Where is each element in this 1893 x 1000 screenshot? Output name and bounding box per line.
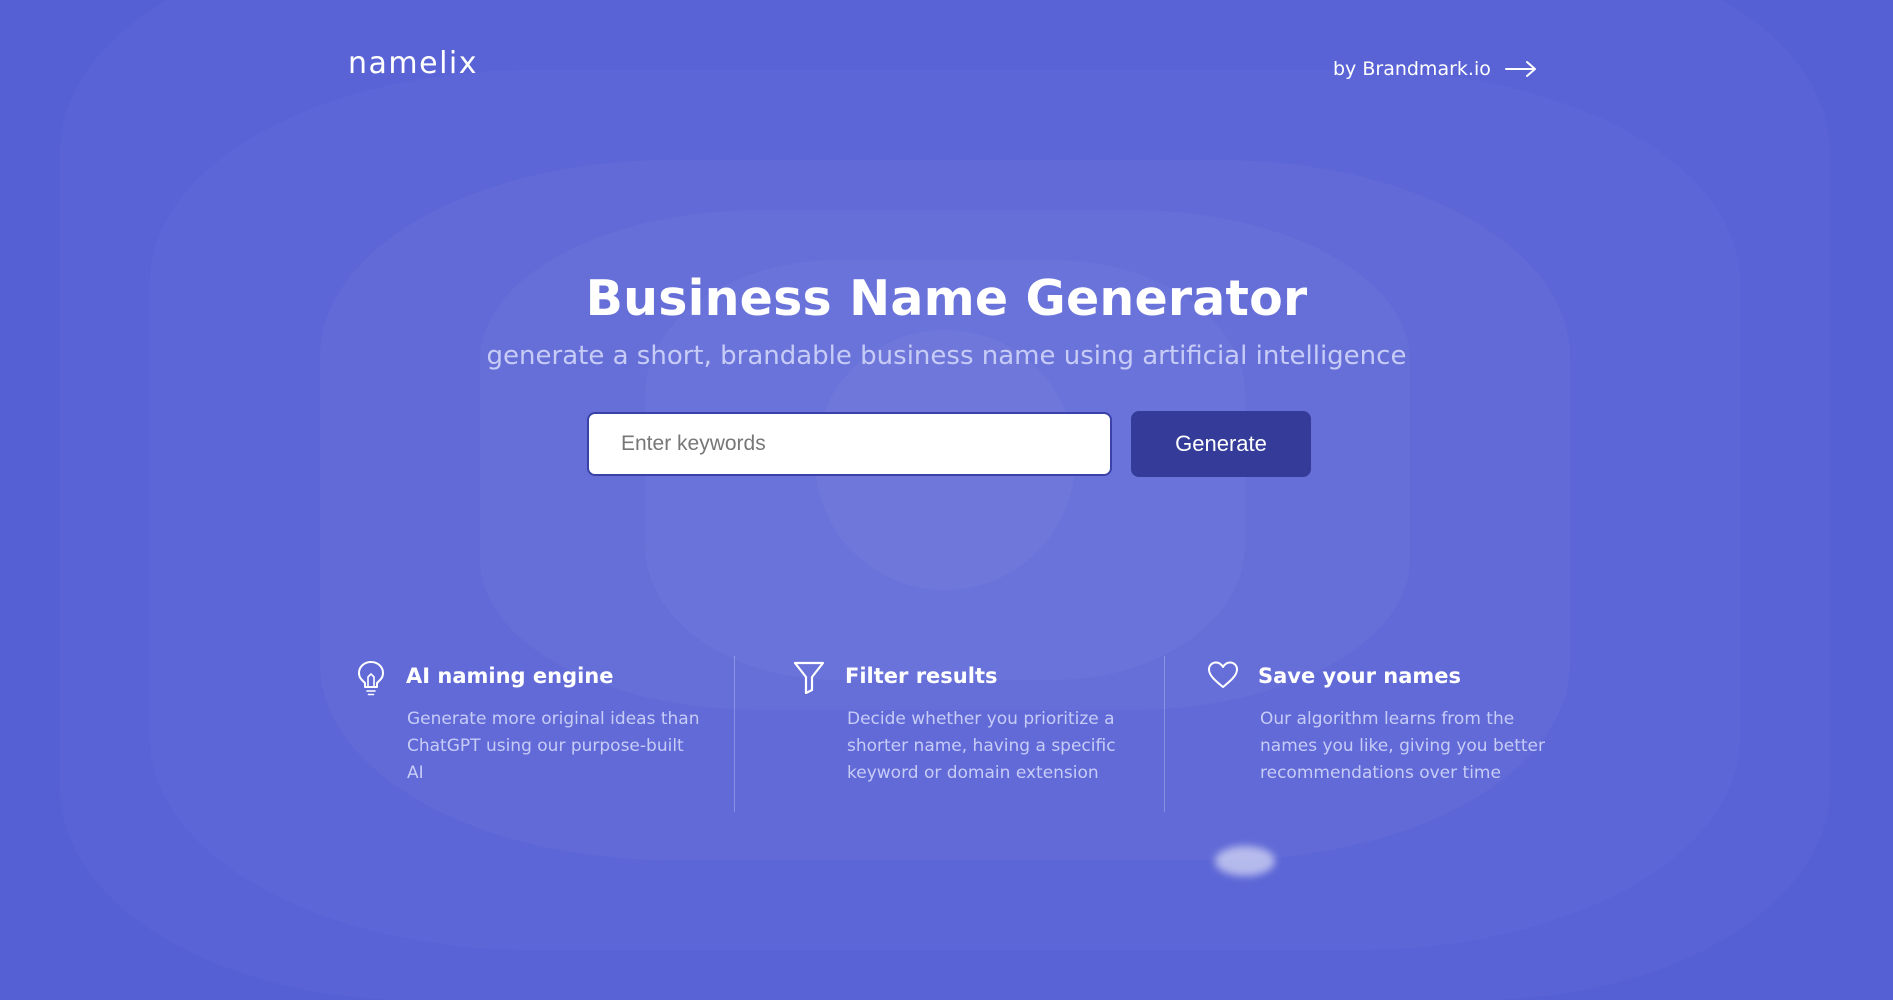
page-subtitle: generate a short, brandable business nam… [486,341,1407,371]
scroll-hint-glow [1215,846,1275,876]
lightbulb-icon [358,661,384,696]
brandmark-link-label: by Brandmark.io [1333,58,1491,80]
arrow-right-icon [1504,61,1536,77]
page-title: Business Name Generator [585,270,1308,327]
feature-title: Save your names [1258,664,1462,688]
feature-ai-naming: AI naming engine Generate more original … [348,656,728,812]
heart-icon [1208,661,1238,688]
feature-title: Filter results [845,664,998,688]
keywords-input[interactable] [587,412,1112,476]
namelix-logo[interactable]: namelix [348,46,478,81]
feature-filter-results: Filter results Decide whether you priori… [734,656,1165,812]
brandmark-link[interactable]: by Brandmark.io [1333,58,1537,80]
background-glow [60,0,1830,1000]
generate-button[interactable]: Generate [1131,411,1311,477]
feature-description: Decide whether you prioritize a shorter … [847,709,1116,783]
feature-description: Our algorithm learns from the names you … [1260,709,1545,783]
background-glow [150,70,1740,950]
feature-description: Generate more original ideas than ChatGP… [407,709,700,783]
filter-icon [793,661,825,694]
feature-title: AI naming engine [406,664,614,688]
feature-save-names: Save your names Our algorithm learns fro… [1164,656,1565,812]
